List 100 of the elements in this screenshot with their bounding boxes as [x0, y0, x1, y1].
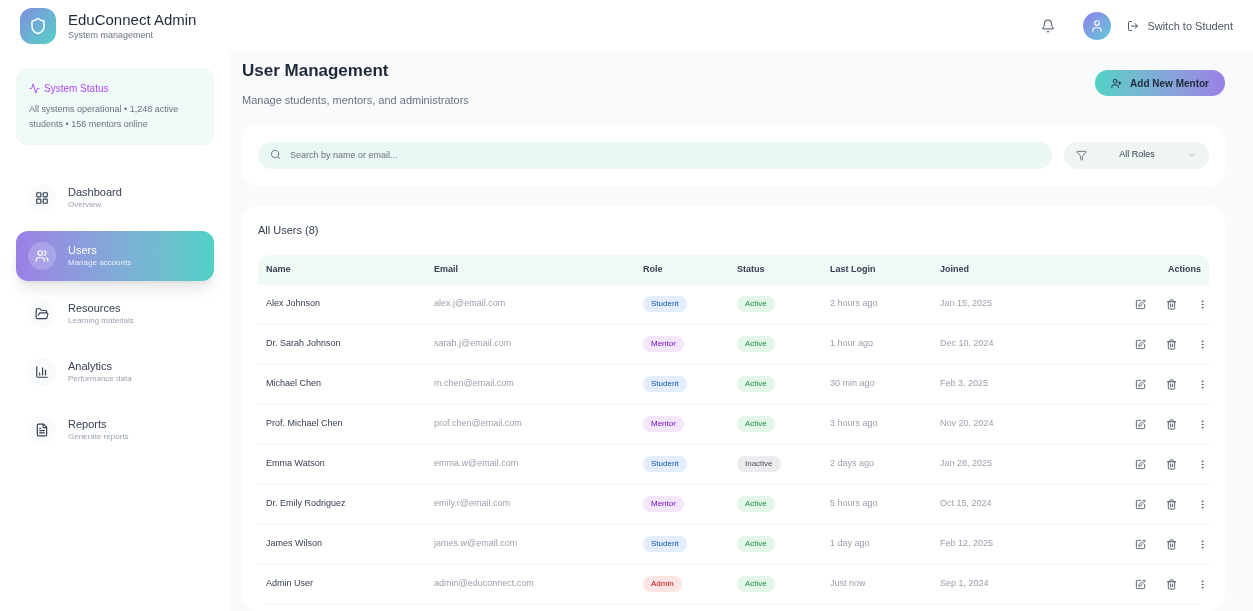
table-cell-text: Emma Watson — [266, 457, 326, 471]
edit-icon[interactable] — [1135, 338, 1146, 350]
table-cell-text: Jan 28, 2025 — [940, 457, 994, 471]
status-tag: Active — [737, 496, 775, 512]
table-cell-text: Dr. Sarah Johnson — [266, 337, 342, 351]
trash-icon[interactable] — [1166, 378, 1177, 390]
table-cell-text: 2 days ago — [830, 457, 876, 471]
app-title: EduConnect Admin — [68, 11, 197, 30]
table-cell-text: James Wilson — [266, 537, 323, 551]
app-subtitle: System management — [68, 29, 155, 41]
table-cell-text: Feb 12, 2025 — [940, 537, 995, 551]
trash-icon[interactable] — [1166, 578, 1177, 590]
nav-sublabel: Generate reports — [68, 431, 129, 442]
nav-icon — [28, 300, 56, 328]
trash-icon[interactable] — [1166, 418, 1177, 430]
switch-to-student-button[interactable]: Switch to Student — [1127, 17, 1233, 35]
role-filter-dropdown[interactable]: All Roles — [1064, 141, 1209, 169]
table-cell-text: emma.w@email.com — [434, 457, 520, 471]
table-cell-text: Jan 15, 2025 — [940, 297, 994, 311]
nav-label: Resources — [68, 302, 122, 316]
page-subtitle: Manage students, mentors, and administrators — [242, 92, 469, 108]
nav-icon — [28, 416, 56, 444]
column-header: Joined — [940, 262, 970, 276]
column-header: Status — [737, 262, 766, 276]
table-cell-text: Nov 20, 2024 — [940, 417, 995, 431]
edit-icon[interactable] — [1135, 458, 1146, 470]
trash-icon[interactable] — [1166, 538, 1177, 550]
trash-icon[interactable] — [1166, 498, 1177, 510]
column-header: Last Login — [830, 262, 877, 276]
table-cell-text: 30 min ago — [830, 377, 876, 391]
table-cell-text: sarah.j@email.com — [434, 337, 513, 351]
system-status-title: System Status — [44, 82, 109, 96]
table-cell-text: m.chen@email.com — [434, 377, 515, 391]
edit-icon[interactable] — [1135, 498, 1146, 510]
edit-icon[interactable] — [1135, 378, 1146, 390]
table-cell-text: 2 hours ago — [830, 297, 879, 311]
table-cell-text: 5 hours ago — [830, 497, 879, 511]
page-title: User Management — [242, 60, 390, 82]
nav-label: Dashboard — [68, 186, 122, 200]
activity-icon — [29, 83, 40, 94]
nav-sublabel: Performance data — [68, 373, 132, 384]
table-cell-text: Just now — [830, 577, 867, 591]
table-cell-text: 1 day ago — [830, 537, 871, 551]
search-icon — [270, 149, 281, 161]
table-cell-text: Dec 10, 2024 — [940, 337, 995, 351]
nav-icon — [28, 184, 56, 212]
logout-icon — [1127, 20, 1140, 32]
table-cell-text: emily.r@email.com — [434, 497, 511, 511]
table-cell-text: 1 hour ago — [830, 337, 875, 351]
role-tag: Student — [643, 296, 687, 312]
edit-icon[interactable] — [1135, 578, 1146, 590]
system-status-text: All systems operational • 1,248 active students • 156 mentors online — [29, 103, 180, 131]
chevron-down-icon — [1187, 150, 1197, 160]
column-header: Name — [266, 262, 292, 276]
role-tag: Student — [643, 456, 687, 472]
nav-label: Users — [68, 244, 98, 258]
status-tag: Active — [737, 416, 775, 432]
edit-icon[interactable] — [1135, 538, 1146, 550]
sidebar-item[interactable]: Dashboard Overview — [16, 173, 214, 223]
table-cell-text: Prof. Michael Chen — [266, 417, 344, 431]
table-cell-text: alex.j@email.com — [434, 297, 507, 311]
nav-icon — [28, 358, 56, 386]
status-tag: Active — [737, 336, 775, 352]
trash-icon[interactable] — [1166, 338, 1177, 350]
table-title: All Users (8) — [258, 223, 320, 238]
filter-icon — [1076, 149, 1087, 161]
column-header: Role — [643, 262, 664, 276]
table-cell-text: Sep 1, 2024 — [940, 577, 990, 591]
sidebar-item[interactable]: Analytics Performance data — [16, 347, 214, 397]
trash-icon[interactable] — [1166, 298, 1177, 310]
edit-icon[interactable] — [1135, 418, 1146, 430]
edit-icon[interactable] — [1135, 298, 1146, 310]
trash-icon[interactable] — [1166, 458, 1177, 470]
sidebar-item[interactable]: Reports Generate reports — [16, 405, 214, 455]
status-tag: Active — [737, 536, 775, 552]
table-cell-text: Michael Chen — [266, 377, 323, 391]
table-cell-text: prof.chen@email.com — [434, 417, 523, 431]
status-tag: Inactive — [737, 456, 781, 472]
avatar[interactable] — [1083, 12, 1112, 40]
role-tag: Student — [643, 376, 687, 392]
table-cell-text: Oct 15, 2024 — [940, 497, 993, 511]
status-tag: Active — [737, 576, 775, 592]
table-cell-text: 3 hours ago — [830, 417, 879, 431]
nav-sublabel: Overview — [68, 199, 103, 210]
status-tag: Active — [737, 376, 775, 392]
nav-label: Reports — [68, 418, 108, 432]
table-cell-text: admin@educonnect.com — [434, 577, 535, 591]
add-new-mentor-button[interactable]: Add New Mentor — [1095, 70, 1225, 96]
nav-sublabel: Learning materials — [68, 315, 134, 326]
status-tag: Active — [737, 296, 775, 312]
column-header: Email — [434, 262, 459, 276]
search-field[interactable]: Search by name or email... — [258, 141, 1052, 169]
sidebar-item[interactable]: Resources Learning materials — [16, 289, 214, 339]
table-cell-text: Dr. Emily Rodriguez — [266, 497, 347, 511]
notification-bell-icon[interactable] — [1041, 19, 1056, 33]
role-tag: Mentor — [643, 496, 684, 512]
nav-icon — [28, 242, 56, 270]
nav-label: Analytics — [68, 360, 114, 374]
role-tag: Admin — [643, 576, 682, 592]
table-cell-text: Alex Johnson — [266, 297, 322, 311]
